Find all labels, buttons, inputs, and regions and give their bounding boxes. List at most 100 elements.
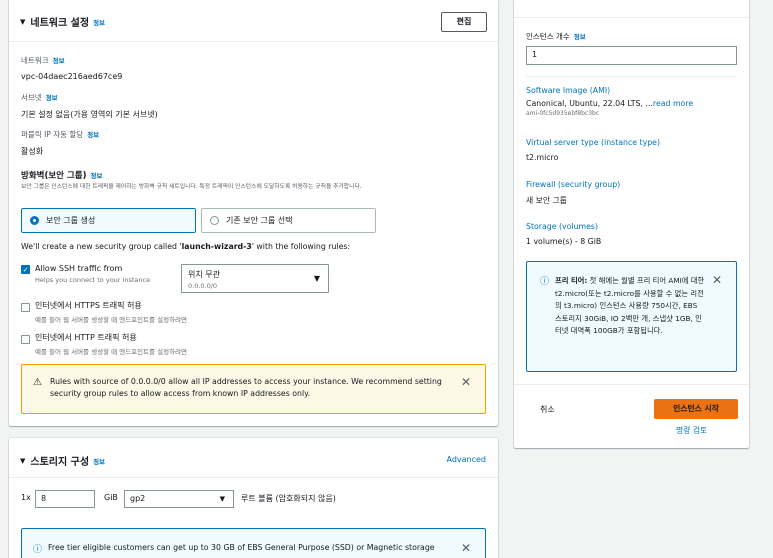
- ssh-cidr: 0.0.0.0/0: [188, 282, 218, 290]
- ssh-help: Helps you connect to your instance: [35, 276, 151, 284]
- edit-button[interactable]: 편집: [441, 12, 487, 32]
- ami-read-more-link[interactable]: read more: [653, 99, 693, 108]
- summary-panel: 인스턴스 개수 정보 1 Software Image (AMI) Canonic…: [514, 0, 749, 448]
- ami-id: ami-0fc5d935ebf8bc3bc: [526, 110, 600, 117]
- rules-intro-post: ' with the following rules:: [251, 242, 351, 251]
- close-icon[interactable]: ✕: [712, 273, 722, 287]
- divider: [9, 477, 498, 478]
- info-circle-icon: ⓘ: [33, 545, 43, 555]
- free-tier-text: 프리 티어: 첫 해에는 월별 프리 티어 AMI에 대한 t2.micro(또…: [555, 275, 705, 338]
- instances-count-field: 인스턴스 개수 정보: [526, 31, 586, 42]
- launch-instance-button[interactable]: 인스턴스 시작: [654, 399, 738, 419]
- subnet-field: 서브넷 정보 기본 설정 없음(가용 영역의 기본 서브넷): [21, 92, 158, 120]
- ami-label[interactable]: Software Image (AMI): [526, 86, 741, 95]
- divider: [526, 76, 737, 77]
- storage-summary-value: 1 volume(s) - 8 GiB: [526, 237, 602, 246]
- subnet-label: 서브넷: [21, 93, 42, 102]
- ssh-checkbox[interactable]: ✓: [21, 265, 30, 274]
- instance-type-value: t2.micro: [526, 153, 559, 162]
- firewall-summary-label[interactable]: Firewall (security group): [526, 180, 620, 189]
- close-icon[interactable]: ✕: [461, 541, 471, 555]
- volume-unit: GiB: [104, 493, 118, 502]
- security-group-name: launch-wizard-3: [181, 242, 252, 251]
- ami-value: Canonical, Ubuntu, 22.04 LTS, ...: [526, 99, 653, 108]
- storage-panel: ▼ 스토리지 구성 정보 Advanced 1x 8 GiB gp2 ▼ 루트 …: [9, 438, 498, 558]
- caret-down-icon[interactable]: ▼: [20, 18, 25, 26]
- radio-create-security-group[interactable]: 보안 그룹 생성: [21, 208, 196, 233]
- firewall-section: 방화벽(보안 그룹) 정보 보안 그룹은 인스턴스에 대한 트래픽을 제어하는 방…: [21, 169, 489, 191]
- network-field: 네트워크 정보 vpc-04daec216aed67ce9: [21, 55, 122, 81]
- volume-size-input[interactable]: 8: [35, 490, 95, 508]
- radio-unselected-icon[interactable]: [210, 216, 219, 225]
- advanced-link[interactable]: Advanced: [446, 455, 486, 464]
- https-help: 예를 들어 웹 서버를 생성할 때 엔드포인트를 설정하려면: [35, 316, 188, 324]
- firewall-title: 방화벽(보안 그룹): [21, 171, 87, 181]
- public-ip-field: 퍼블릭 IP 자동 할당 정보 활성화: [21, 129, 99, 157]
- warning-alert: ⚠ Rules with source of 0.0.0.0/0 allow a…: [21, 364, 486, 414]
- http-help: 예를 들어 웹 서버를 생성할 때 엔드포인트를 설정하려면: [35, 348, 188, 356]
- volume-count: 1x: [21, 493, 31, 502]
- network-header: ▼ 네트워크 설정 정보: [20, 14, 105, 30]
- public-ip-value: 활성화: [21, 147, 44, 156]
- info-circle-icon: ⓘ: [540, 277, 550, 287]
- rules-intro: We'll create a new security group called…: [21, 242, 350, 251]
- https-checkbox[interactable]: [21, 303, 30, 312]
- network-title: 네트워크 설정: [30, 18, 90, 29]
- http-rule: 인터넷에서 HTTP 트래픽 허용 예를 들어 웹 서버를 생성할 때 엔드포인…: [35, 332, 187, 356]
- cancel-button[interactable]: 취소: [540, 404, 555, 415]
- warning-icon: ⚠: [33, 377, 42, 388]
- root-volume-label: 루트 볼륨 (암호화되지 않음): [241, 494, 336, 503]
- divider: [9, 41, 498, 42]
- review-commands-link[interactable]: 명령 검토: [676, 425, 707, 436]
- instance-type-label[interactable]: Virtual server type (instance type): [526, 138, 660, 147]
- volume-type-value: gp2: [130, 494, 146, 503]
- close-icon[interactable]: ✕: [461, 375, 471, 389]
- public-ip-label: 퍼블릭 IP 자동 할당: [21, 130, 84, 139]
- caret-down-icon[interactable]: ▼: [20, 457, 25, 465]
- network-info-link[interactable]: 정보: [93, 17, 105, 27]
- warning-text: Rules with source of 0.0.0.0/0 allow all…: [50, 377, 442, 398]
- divider: [514, 384, 749, 385]
- instances-info-link[interactable]: 정보: [574, 33, 586, 41]
- storage-header: ▼ 스토리지 구성 정보: [20, 453, 105, 469]
- network-settings-panel: ▼ 네트워크 설정 정보 편집 네트워크 정보 vpc-04daec216aed6…: [9, 0, 498, 426]
- free-tier-notice-text: Free tier eligible customers can get up …: [48, 543, 435, 552]
- subnet-info-link[interactable]: 정보: [46, 94, 58, 102]
- radio-create-label: 보안 그룹 생성: [46, 216, 96, 225]
- network-value: vpc-04daec216aed67ce9: [21, 72, 123, 81]
- ssh-label: Allow SSH traffic from: [35, 264, 123, 273]
- rules-intro-pre: We'll create a new security group called…: [21, 242, 182, 251]
- firewall-summary-value: 새 보안 그룹: [526, 196, 567, 205]
- dropdown-caret-icon[interactable]: ▼: [314, 274, 320, 283]
- http-checkbox[interactable]: [21, 335, 30, 344]
- ami-summary: Software Image (AMI) Canonical, Ubuntu, …: [526, 86, 741, 117]
- radio-selected-icon[interactable]: [30, 216, 39, 225]
- https-rule: 인터넷에서 HTTPS 트래픽 허용 예를 들어 웹 서버를 생성할 때 엔드포…: [35, 300, 187, 324]
- firewall-info-link[interactable]: 정보: [90, 172, 102, 180]
- ssh-source-select[interactable]: 위치 무관 0.0.0.0/0 ▼: [181, 264, 329, 293]
- storage-title: 스토리지 구성: [30, 457, 90, 468]
- dropdown-caret-icon[interactable]: ▼: [220, 495, 225, 503]
- storage-summary: Storage (volumes) 1 volume(s) - 8 GiB: [526, 222, 601, 246]
- subnet-value: 기본 설정 없음(가용 영역의 기본 서브넷): [21, 110, 158, 119]
- instances-label: 인스턴스 개수: [526, 32, 570, 41]
- volume-type-select[interactable]: gp2 ▼: [124, 490, 234, 508]
- divider: [514, 17, 749, 18]
- firewall-description: 보안 그룹은 인스턴스에 대한 트래픽을 제어하는 방화벽 규칙 세트입니다. …: [21, 184, 362, 190]
- https-label: 인터넷에서 HTTPS 트래픽 허용: [35, 301, 142, 310]
- http-label: 인터넷에서 HTTP 트래픽 허용: [35, 333, 137, 342]
- ssh-rule: Allow SSH traffic from Helps you connect…: [35, 264, 150, 284]
- network-label: 네트워크: [21, 56, 49, 65]
- ami-value-line: Canonical, Ubuntu, 22.04 LTS, ...read mo…: [526, 99, 741, 108]
- ssh-source-value: 위치 무관: [188, 270, 220, 279]
- public-ip-info-link[interactable]: 정보: [87, 131, 99, 139]
- instance-type-summary: Virtual server type (instance type) t2.m…: [526, 138, 660, 162]
- storage-info-link[interactable]: 정보: [93, 456, 105, 466]
- instances-count-input[interactable]: 1: [526, 46, 737, 65]
- network-field-info-link[interactable]: 정보: [53, 57, 65, 65]
- radio-existing-label: 기존 보안 그룹 선택: [226, 216, 293, 225]
- storage-summary-label[interactable]: Storage (volumes): [526, 222, 601, 231]
- free-tier-notice: ⓘ Free tier eligible customers can get u…: [21, 528, 486, 558]
- free-tier-alert: ⓘ 프리 티어: 첫 해에는 월별 프리 티어 AMI에 대한 t2.micro…: [526, 261, 737, 372]
- radio-existing-security-group[interactable]: 기존 보안 그룹 선택: [201, 208, 376, 233]
